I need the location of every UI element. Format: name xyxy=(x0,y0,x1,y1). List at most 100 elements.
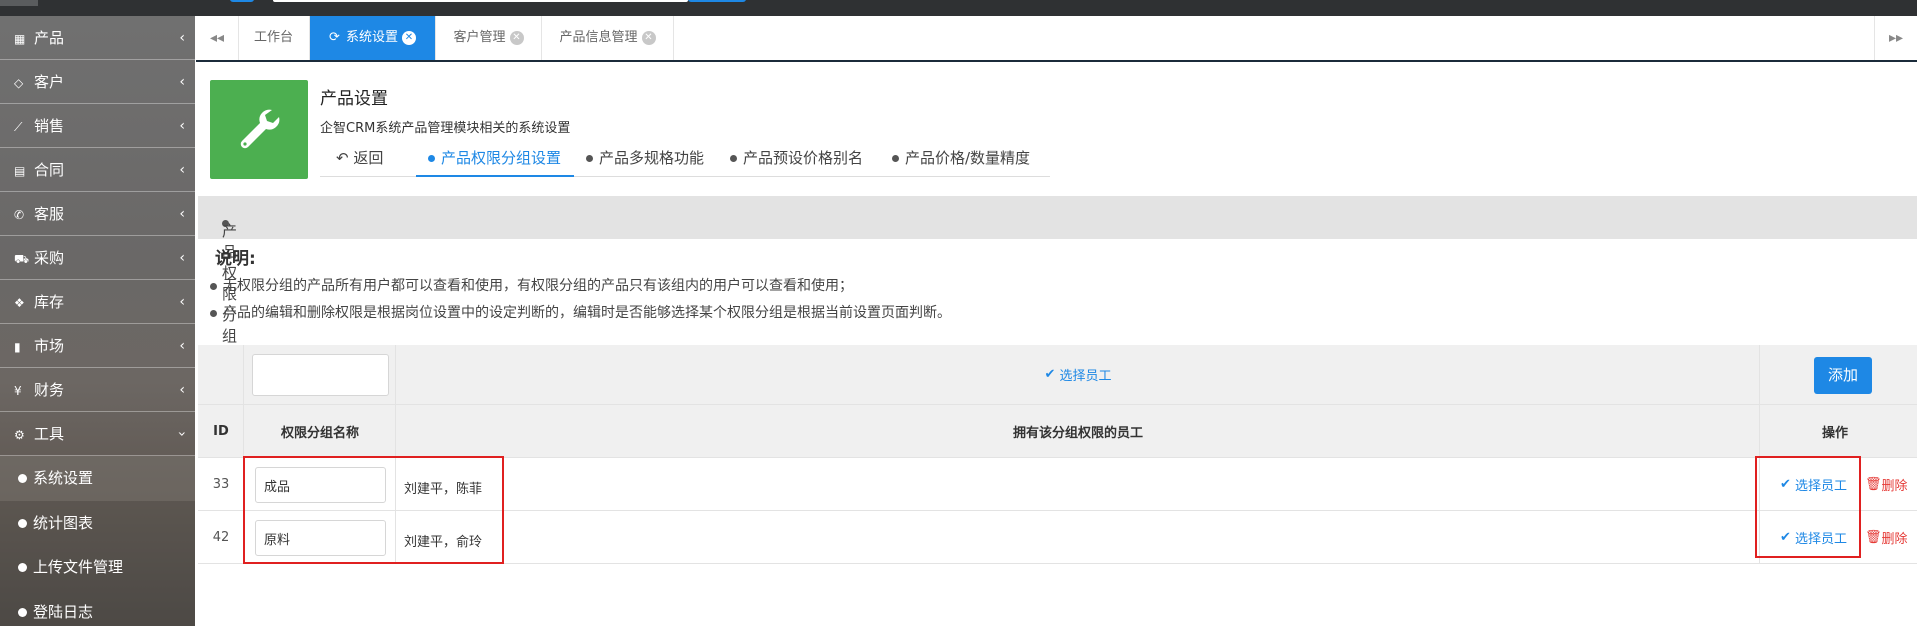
row-staff: 刘建平，陈菲 xyxy=(404,481,483,497)
chevron-left-icon: ‹ xyxy=(179,250,185,266)
bullet-icon xyxy=(730,155,737,162)
close-icon[interactable]: ✕ xyxy=(401,30,416,45)
check-icon: ✔ xyxy=(1044,367,1060,382)
global-search-input[interactable] xyxy=(273,0,688,2)
chevron-down-icon: ‹ xyxy=(174,431,191,437)
close-icon[interactable]: ✕ xyxy=(641,30,656,45)
chevron-left-icon: ‹ xyxy=(179,382,185,398)
row-id: 33 xyxy=(212,476,230,492)
global-search-button[interactable] xyxy=(688,0,746,2)
wrench-icon xyxy=(210,80,308,179)
tab-customer-management[interactable]: 客户管理 ✕ xyxy=(436,16,542,60)
column-header-actions: 操作 xyxy=(1821,425,1848,441)
sidebar-subitem-system-settings[interactable]: 系统设置 xyxy=(0,456,195,501)
row-staff: 刘建平，俞玲 xyxy=(404,534,483,550)
subnav-price-quantity-precision[interactable]: 产品价格/数量精度 xyxy=(880,141,1050,177)
refresh-icon[interactable]: ⟳ xyxy=(329,30,340,45)
line-chart-icon: ⟋ xyxy=(14,120,23,134)
bullet-icon xyxy=(18,518,27,528)
row-id: 42 xyxy=(212,529,230,545)
row-choose-staff-link[interactable]: ✔ 选择员工 xyxy=(1780,511,1847,563)
tab-system-settings[interactable]: ⟳ 系统设置 ✕ xyxy=(310,16,436,60)
sidebar-item-label: 库存 xyxy=(34,293,65,311)
tab-workbench[interactable]: 工作台 xyxy=(238,16,310,60)
subnav-label: 产品多规格功能 xyxy=(599,149,705,167)
tab-label: 客户管理 xyxy=(453,30,506,45)
subnav-label: 产品预设价格别名 xyxy=(743,149,864,167)
bullet-icon xyxy=(892,155,899,162)
subnav-label: 返回 xyxy=(353,149,384,167)
chevron-left-icon: ‹ xyxy=(179,118,185,134)
sidebar-item-customer[interactable]: ◇ 客户 ‹ xyxy=(0,60,195,104)
chevron-left-icon: ‹ xyxy=(179,30,185,46)
tabs-scroll-right-button[interactable]: ▸▸ xyxy=(1874,16,1917,60)
header-button[interactable] xyxy=(230,0,254,2)
row-delete-link[interactable]: 🗑 删除 xyxy=(1865,458,1908,510)
bullet-icon xyxy=(210,309,217,317)
sidebar-item-inventory[interactable]: ❖ 库存 ‹ xyxy=(0,280,195,324)
double-chevron-right-icon: ▸▸ xyxy=(1888,30,1904,46)
sidebar-subitem-label: 登陆日志 xyxy=(33,602,94,621)
yen-icon: ¥ xyxy=(14,384,22,398)
back-link[interactable]: ↶ 返回 xyxy=(320,141,416,177)
reply-arrow-icon: ↶ xyxy=(336,149,354,167)
double-chevron-left-icon: ◂◂ xyxy=(209,30,225,46)
phone-icon: ✆ xyxy=(14,208,25,222)
tabs-scroll-left-button[interactable]: ◂◂ xyxy=(196,16,239,60)
sidebar-item-label: 市场 xyxy=(34,337,65,355)
sidebar-item-contract[interactable]: ▤ 合同 ‹ xyxy=(0,148,195,192)
sidebar-item-label: 客户 xyxy=(34,73,65,91)
subnav-product-permission-groups[interactable]: 产品权限分组设置 xyxy=(416,141,574,177)
subnav-multi-spec[interactable]: 产品多规格功能 xyxy=(574,141,718,177)
row-choose-staff-link[interactable]: ✔ 选择员工 xyxy=(1780,458,1847,510)
bullet-icon xyxy=(428,155,435,162)
bullet-icon xyxy=(18,607,27,617)
chevron-left-icon: ‹ xyxy=(179,294,185,310)
group-name-input[interactable] xyxy=(255,467,386,503)
sidebar-subitem-uploads[interactable]: 上传文件管理 xyxy=(0,545,195,590)
gear-icon: ⚙ xyxy=(14,428,25,442)
tab-product-info-management[interactable]: 产品信息管理 ✕ xyxy=(542,16,674,60)
bullet-icon xyxy=(18,563,27,572)
sidebar-item-sales[interactable]: ⟋ 销售 ‹ xyxy=(0,104,195,148)
trash-icon: 🗑 xyxy=(1865,529,1882,545)
subnav-label: 产品权限分组设置 xyxy=(441,149,562,167)
column-header-group-name: 权限分组名称 xyxy=(280,425,359,441)
bookmark-icon: ▮ xyxy=(14,340,21,354)
sidebar-item-purchase[interactable]: ⛟ 采购 ‹ xyxy=(0,236,195,280)
note-item: 产品的编辑和删除权限是根据岗位设置中的设定判断的，编辑时是否能够选择某个权限分组… xyxy=(210,302,951,322)
close-icon[interactable]: ✕ xyxy=(509,30,524,45)
add-group-button[interactable]: 添加 xyxy=(1814,357,1872,394)
sidebar-item-product[interactable]: ▦ 产品 ‹ xyxy=(0,16,195,60)
cart-icon: ⛟ xyxy=(14,252,30,266)
group-name-input[interactable] xyxy=(255,520,386,556)
sidebar-item-label: 产品 xyxy=(34,29,65,47)
chevron-left-icon: ‹ xyxy=(179,74,185,90)
section-header: 产品权限分组设置 xyxy=(198,196,1917,387)
sidebar-subitem-label: 上传文件管理 xyxy=(33,558,124,576)
tab-strip: ◂◂ 工作台 ⟳ 系统设置 ✕ 客户管理 ✕ 产品信息管理 ✕ ▸▸ xyxy=(196,16,1917,62)
check-icon: ✔ xyxy=(1780,476,1796,492)
table-row: 42 刘建平，俞玲 ✔ 选择员工 🗑 删除 xyxy=(198,511,1917,564)
document-icon: ▤ xyxy=(14,164,26,178)
bullet-icon xyxy=(586,155,593,162)
sidebar-item-tools[interactable]: ⚙ 工具 ‹ xyxy=(0,412,195,456)
sidebar-item-finance[interactable]: ¥ 财务 ‹ xyxy=(0,368,195,412)
grid-icon: ▦ xyxy=(14,32,26,46)
sidebar-item-market[interactable]: ▮ 市场 ‹ xyxy=(0,324,195,368)
chevron-left-icon: ‹ xyxy=(179,162,185,178)
chevron-left-icon: ‹ xyxy=(179,338,185,354)
sidebar-subitem-label: 统计图表 xyxy=(33,513,94,532)
sidebar-item-service[interactable]: ✆ 客服 ‹ xyxy=(0,192,195,236)
subnav-preset-price-alias[interactable]: 产品预设价格别名 xyxy=(718,141,880,177)
sidebar-item-label: 财务 xyxy=(34,381,65,399)
row-delete-link[interactable]: 🗑 删除 xyxy=(1865,511,1908,563)
new-group-name-input[interactable] xyxy=(252,354,389,396)
tab-label: 系统设置 xyxy=(345,30,398,45)
chevron-left-icon: ‹ xyxy=(179,206,185,222)
table-header-row: ID 权限分组名称 拥有该分组权限的员工 操作 xyxy=(198,405,1917,458)
choose-staff-link[interactable]: ✔ 选择员工 xyxy=(396,345,1760,404)
sidebar-subitem-statistics[interactable]: 统计图表 xyxy=(0,500,195,545)
page-description: 企智CRM系统产品管理模块相关的系统设置 xyxy=(320,121,571,136)
sidebar-subitem-login-log[interactable]: 登陆日志 xyxy=(0,589,195,626)
